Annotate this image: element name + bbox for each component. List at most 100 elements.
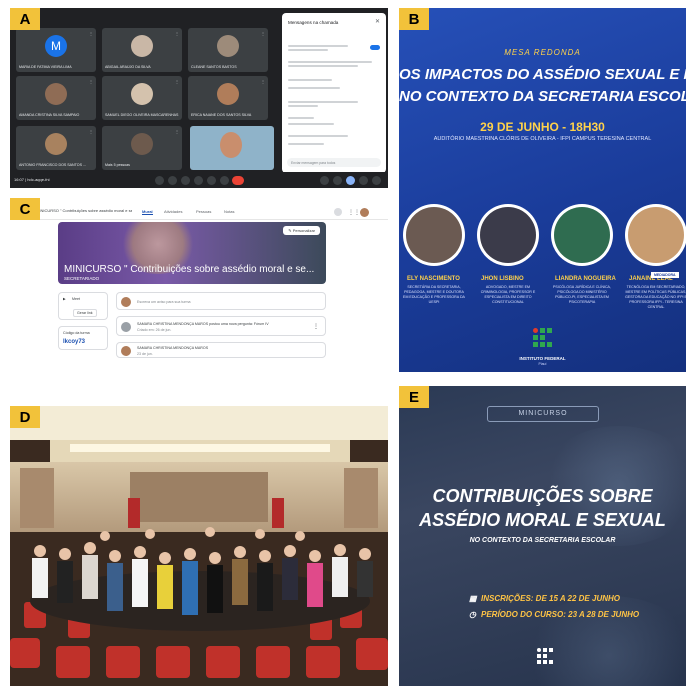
instituto-federal-logo — [537, 648, 553, 668]
chat-message-line — [288, 49, 328, 51]
generate-link-button[interactable]: Gerar link — [73, 309, 97, 317]
course-period: ◷ PERÍODO DO CURSO: 23 A 28 DE JUNHO — [469, 610, 639, 619]
chat-message-line — [288, 101, 358, 103]
post-date: Criado em: 26 de jun. — [137, 328, 172, 332]
participant-avatar: M — [45, 34, 67, 57]
speaker-photo-image — [628, 207, 684, 263]
end-call-button[interactable] — [232, 176, 244, 185]
class-code-card: Código da turma lkcoy73 — [58, 326, 108, 350]
raise-hand-button[interactable] — [194, 176, 203, 185]
self-video-tile[interactable] — [190, 126, 274, 170]
post-item[interactable]: SAMARA CHRISTINA MENDONÇA MAROS 23 de ju… — [116, 342, 326, 358]
speaker-photo — [403, 204, 465, 266]
clock-icon: ◷ — [469, 610, 476, 619]
more-options-icon[interactable]: ⋮ — [313, 323, 319, 330]
chat-message-line — [288, 105, 318, 107]
tab-atividades[interactable]: Atividades — [164, 209, 182, 214]
info-button[interactable] — [320, 176, 329, 185]
poster-title-line2: ASSÉDIO MORAL E SEXUAL — [419, 510, 666, 530]
speaker-description: TECNÓLOGA EM SECRETARIADO, MESTRE EM POL… — [625, 285, 686, 309]
muted-mic-icon: ⋮ — [175, 129, 179, 134]
class-code[interactable]: lkcoy73 — [63, 339, 85, 345]
meeting-time: 16:07 — [14, 177, 25, 182]
muted-mic-icon: ⋮ — [175, 79, 179, 84]
tab-mural[interactable]: Mural — [142, 209, 153, 215]
avatar[interactable] — [360, 208, 369, 217]
host-controls-button[interactable] — [372, 176, 381, 185]
speaker-photo — [625, 204, 686, 266]
participant-tile[interactable]: ⋮ CLEANE SANTOS BASTOS — [188, 28, 268, 72]
poster-date: 29 DE JUNHO - 18H30 — [480, 120, 605, 134]
class-code-label: Código da turma — [63, 331, 90, 335]
course-breadcrumb[interactable]: MINICURSO " Contribuições sobre assédio … — [36, 208, 132, 213]
chat-message-line — [288, 61, 372, 63]
participant-avatar — [45, 132, 67, 155]
muted-mic-icon: ⋮ — [89, 129, 93, 134]
avatar — [121, 346, 131, 356]
panel-e-poster: E MINICURSO CONTRIBUIÇÕES SOBRE ASSÉDIO … — [399, 386, 686, 686]
meet-icon: ▶ — [63, 297, 66, 301]
course-banner: ✎ Personalizar MINICURSO " Contribuições… — [58, 222, 326, 284]
participant-name: SAMUEL DIEGO OLIVEIRA MASCARENHAS — [105, 113, 179, 117]
participant-name: CLEANE SANTOS BASTOS — [191, 65, 237, 69]
participant-tile[interactable]: ⋮ ERICA NAIANE DOS SANTOS SILVA — [188, 76, 268, 120]
captions-button[interactable] — [181, 176, 190, 185]
speaker-photo-image — [480, 207, 536, 263]
chat-message-line — [288, 143, 324, 145]
chat-message-line — [288, 79, 332, 81]
participant-tile[interactable]: ⋮ SAMUEL DIEGO OLIVEIRA MASCARENHAS — [102, 76, 182, 120]
speaker-name: LIANDRA NOGUEIRA — [555, 276, 616, 282]
chat-message-line — [288, 87, 340, 89]
post-author: SAMARA CHRISTINA MENDONÇA MAROS — [137, 346, 209, 350]
activities-button[interactable] — [359, 176, 368, 185]
camera-button[interactable] — [168, 176, 177, 185]
participant-tile[interactable]: ⋮ AMANDA CRISTINA SILVA SAMPAIO — [16, 76, 96, 120]
participant-name: ANTONIO FRANCISCO DOS SANTOS ... — [19, 163, 86, 167]
participant-tile[interactable]: ⋮ ABIGAIL ARAÚJO DA SILVA — [102, 28, 182, 72]
panel-label-c: C — [10, 198, 40, 220]
apps-icon[interactable]: ⋮⋮ — [348, 209, 360, 216]
close-chat-icon[interactable]: ✕ — [375, 18, 380, 25]
people-button[interactable] — [333, 176, 342, 185]
minicurso-badge: MINICURSO — [487, 406, 599, 422]
muted-mic-icon: ⋮ — [261, 79, 265, 84]
participant-tile[interactable]: ⋮ Mais 5 pessoas — [102, 126, 182, 170]
settings-icon[interactable] — [334, 208, 342, 216]
speaker-photo — [551, 204, 613, 266]
panel-c-classroom: C MINICURSO " Contribuições sobre assédi… — [10, 198, 388, 360]
speaker-description: ADVOGADO, MESTRE EM CRIMINOLOGIA, PROFES… — [480, 285, 536, 304]
participant-avatar — [131, 34, 153, 57]
poster-subtitle: NO CONTEXTO DA SECRETARIA ESCOLAR — [469, 537, 616, 544]
institution-name: INSTITUTO FEDERAL — [519, 356, 566, 361]
panel-a-video-call: A M ⋮ MARIA DE FATIMA VIEIRA LIMA ⋮ ABIGAIL … — [10, 8, 388, 188]
more-options-button[interactable] — [220, 176, 229, 185]
present-button[interactable] — [207, 176, 216, 185]
announcement-box[interactable]: Escreva um aviso para sua turma — [116, 292, 326, 310]
poster-title-line2: NO CONTEXTO DA SECRETARIA ESCOLAR — [399, 88, 686, 105]
mic-button[interactable] — [155, 176, 164, 185]
panel-b-poster: B MESA REDONDA OS IMPACTOS DO ASSÉDIO SE… — [399, 8, 686, 372]
customize-button[interactable]: ✎ Personalizar — [283, 226, 320, 235]
muted-mic-icon: ⋮ — [261, 31, 265, 36]
banner-subtitle: SECRETARIADO — [64, 276, 100, 281]
participant-tile[interactable]: M ⋮ MARIA DE FATIMA VIEIRA LIMA — [16, 28, 96, 72]
registration-period: ▦ INSCRIÇÕES: DE 15 A 22 DE JUNHO — [469, 594, 620, 603]
avatar — [121, 297, 131, 307]
tab-pessoas[interactable]: Pessoas — [196, 209, 211, 214]
chat-message-line — [288, 135, 348, 137]
muted-mic-icon: ⋮ — [175, 31, 179, 36]
panel-label-a: A — [10, 8, 40, 30]
participant-name: ABIGAIL ARAÚJO DA SILVA — [105, 65, 151, 69]
participant-tile[interactable]: ⋮ ANTONIO FRANCISCO DOS SANTOS ... — [16, 126, 96, 170]
self-video-face — [220, 132, 242, 158]
post-item[interactable]: SAMARA CHRISTINA MENDONÇA MAROS postou u… — [116, 316, 326, 336]
panel-label-d: D — [10, 406, 40, 428]
instituto-federal-logo — [532, 328, 553, 352]
muted-mic-icon: ⋮ — [89, 31, 93, 36]
tab-notas[interactable]: Notas — [224, 209, 234, 214]
post-author: SAMARA CHRISTINA MENDONÇA MAROS postou u… — [137, 322, 269, 326]
chat-input[interactable]: Enviar mensagem para todos — [287, 158, 381, 167]
chat-button[interactable] — [346, 176, 355, 185]
participant-avatar — [217, 34, 239, 57]
chat-toggle[interactable] — [370, 45, 380, 50]
